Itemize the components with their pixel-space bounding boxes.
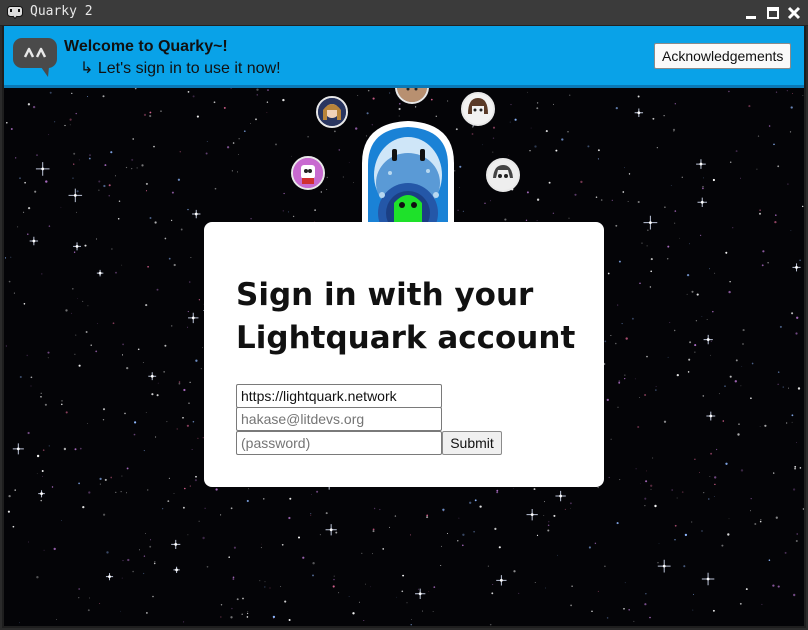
window-title: Quarky 2 bbox=[30, 4, 93, 19]
login-card: Sign in with your Lightquark account Sub… bbox=[204, 222, 604, 487]
avatar bbox=[461, 92, 495, 126]
avatar bbox=[316, 96, 348, 128]
starfield-background: Sign in with your Lightquark account Sub… bbox=[4, 88, 804, 626]
welcome-banner: Welcome to Quarky~! ↳ Let's sign in to u… bbox=[4, 26, 804, 88]
avatar bbox=[486, 158, 520, 192]
close-icon[interactable] bbox=[786, 5, 802, 21]
acknowledgements-button[interactable]: Acknowledgements bbox=[654, 43, 792, 69]
login-heading: Sign in with your Lightquark account bbox=[236, 277, 576, 356]
maximize-icon[interactable] bbox=[765, 5, 781, 21]
password-field[interactable] bbox=[236, 431, 442, 455]
minimize-icon[interactable] bbox=[743, 5, 759, 21]
email-field[interactable] bbox=[236, 407, 442, 431]
mascot-image bbox=[341, 121, 475, 238]
app-icon bbox=[7, 6, 23, 19]
window-frame: Welcome to Quarky~! ↳ Let's sign in to u… bbox=[2, 26, 806, 628]
server-url-input[interactable] bbox=[236, 384, 442, 408]
welcome-title: Welcome to Quarky~! bbox=[64, 38, 228, 55]
avatar bbox=[291, 156, 325, 190]
welcome-subtitle: ↳ Let's sign in to use it now! bbox=[80, 60, 281, 77]
submit-button[interactable]: Submit bbox=[442, 431, 502, 455]
window-titlebar[interactable]: Quarky 2 bbox=[0, 0, 808, 26]
quarky-logo-icon bbox=[13, 38, 57, 77]
